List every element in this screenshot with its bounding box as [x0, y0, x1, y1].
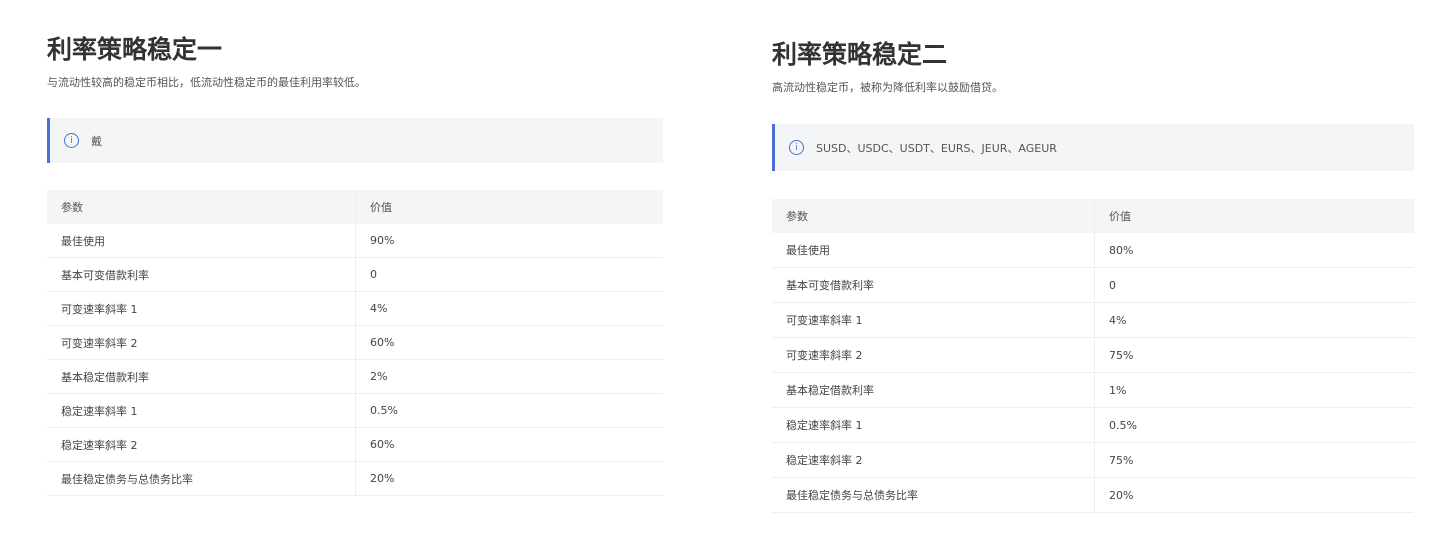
panel-title: 利率策略稳定一	[47, 35, 223, 64]
param-value: 80%	[1094, 233, 1414, 268]
param-name: 可变速率斜率 1	[772, 302, 1095, 338]
table-row: 稳定速率斜率 2 60%	[47, 427, 663, 462]
param-value: 60%	[355, 427, 663, 462]
param-value: 0.5%	[355, 393, 663, 428]
param-value: 20%	[1094, 477, 1414, 513]
param-name: 稳定速率斜率 2	[772, 442, 1095, 478]
param-name: 最佳稳定债务与总债务比率	[772, 477, 1095, 513]
param-name: 基本稳定借款利率	[772, 372, 1095, 408]
header-param: 参数	[47, 190, 356, 224]
table-row: 稳定速率斜率 1 0.5%	[47, 393, 663, 428]
panel-title: 利率策略稳定二	[772, 40, 948, 69]
table-row: 最佳使用 90%	[47, 224, 663, 258]
param-value: 2%	[355, 359, 663, 394]
header-value: 价值	[1094, 199, 1414, 233]
callout-text: SUSD、USDC、USDT、EURS、JEUR、AGEUR	[816, 141, 1057, 155]
param-name: 最佳使用	[47, 224, 356, 258]
param-value: 4%	[1094, 302, 1414, 338]
table-row: 基本可变借款利率 0	[47, 257, 663, 292]
header-param: 参数	[772, 199, 1095, 233]
table-row: 稳定速率斜率 1 0.5%	[772, 407, 1414, 443]
param-name: 稳定速率斜率 2	[47, 427, 356, 462]
param-name: 可变速率斜率 2	[47, 325, 356, 360]
info-callout: i戴	[47, 118, 663, 163]
panel-subtitle: 高流动性稳定币，被称为降低利率以鼓励借贷。	[772, 81, 1003, 94]
params-table: 参数 价值 最佳使用 80% 基本可变借款利率 0 可变速率斜率 1 4% 可变速率斜率 2 75…	[772, 199, 1414, 513]
param-name: 稳定速率斜率 1	[47, 393, 356, 428]
table-row: 可变速率斜率 2 75%	[772, 337, 1414, 373]
param-name: 基本稳定借款利率	[47, 359, 356, 394]
param-value: 20%	[355, 461, 663, 496]
info-icon: i	[789, 140, 804, 155]
param-name: 可变速率斜率 1	[47, 291, 356, 326]
param-name: 可变速率斜率 2	[772, 337, 1095, 373]
param-name: 最佳稳定债务与总债务比率	[47, 461, 356, 496]
strategy-panel-2: 利率策略稳定二 高流动性稳定币，被称为降低利率以鼓励借贷。 i SUSD、USDC…	[772, 37, 1414, 513]
param-name: 基本可变借款利率	[47, 257, 356, 292]
table-row: 基本稳定借款利率 1%	[772, 372, 1414, 408]
table-row: 可变速率斜率 1 4%	[47, 291, 663, 326]
table-row: 最佳使用 80%	[772, 233, 1414, 268]
param-value: 75%	[1094, 337, 1414, 373]
param-value: 90%	[355, 224, 663, 258]
panel-subtitle: 与流动性较高的稳定币相比，低流动性稳定币的最佳利用率较低。	[47, 76, 366, 89]
param-value: 0	[355, 257, 663, 292]
callout-text: 戴	[91, 134, 102, 148]
info-callout: i SUSD、USDC、USDT、EURS、JEUR、AGEUR	[772, 124, 1414, 171]
param-name: 基本可变借款利率	[772, 267, 1095, 303]
table-row: 基本可变借款利率 0	[772, 267, 1414, 303]
param-value: 4%	[355, 291, 663, 326]
param-value: 0	[1094, 267, 1414, 303]
table-row: 稳定速率斜率 2 75%	[772, 442, 1414, 478]
table-row: 最佳稳定债务与总债务比率 20%	[47, 461, 663, 496]
param-value: 75%	[1094, 442, 1414, 478]
param-value: 1%	[1094, 372, 1414, 408]
param-value: 0.5%	[1094, 407, 1414, 443]
param-value: 60%	[355, 325, 663, 360]
info-icon: i	[64, 133, 79, 148]
strategy-panel-1: 利率策略稳定一 与流动性较高的稳定币相比，低流动性稳定币的最佳利用率较低。 i戴…	[47, 32, 663, 496]
params-table: 参数 价值 最佳使用 90% 基本可变借款利率 0 可变速率斜率 1 4% 可变速率斜率 2 60…	[47, 190, 663, 496]
table-row: 可变速率斜率 2 60%	[47, 325, 663, 360]
table-row: 最佳稳定债务与总债务比率 20%	[772, 477, 1414, 513]
param-name: 最佳使用	[772, 233, 1095, 268]
param-name: 稳定速率斜率 1	[772, 407, 1095, 443]
table-row: 基本稳定借款利率 2%	[47, 359, 663, 394]
table-row: 可变速率斜率 1 4%	[772, 302, 1414, 338]
header-value: 价值	[355, 190, 663, 224]
